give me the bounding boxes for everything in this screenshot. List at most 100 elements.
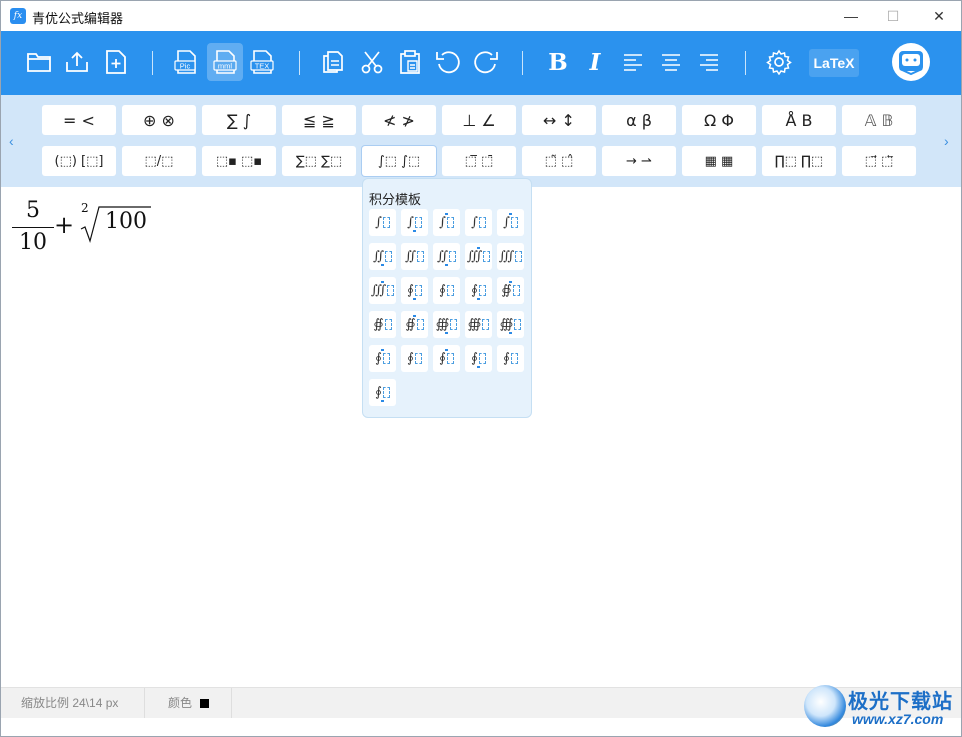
align-left-button[interactable] <box>615 43 651 81</box>
palette-brackets[interactable]: (⬚) [⬚] <box>42 146 116 176</box>
palette-double-struck[interactable]: 𝔸 𝔹 <box>842 105 916 135</box>
integral-template-item[interactable]: ∰ <box>433 311 460 338</box>
palette-prev-arrow[interactable]: ‹ <box>9 133 14 149</box>
undo-button[interactable] <box>430 43 466 81</box>
upload-button[interactable] <box>59 43 95 81</box>
italic-icon: I <box>589 48 601 76</box>
integral-template-item[interactable]: ∯ <box>401 311 428 338</box>
integral-template-item[interactable]: ∭ <box>465 243 492 270</box>
palette-matrices[interactable]: ▦ ▦ <box>682 146 756 176</box>
minimize-button[interactable]: — <box>831 1 871 31</box>
integral-template-item[interactable]: ∮ <box>465 277 492 304</box>
maximize-button[interactable]: ☐ <box>873 1 913 31</box>
watermark-title: 极光下载站 <box>848 691 953 713</box>
placeholder-box-icon <box>385 251 393 262</box>
integral-symbol: ∬ <box>372 249 385 264</box>
latex-button[interactable]: LaTeX <box>809 49 859 77</box>
palette-fractions[interactable]: ⬚/⬚ <box>122 146 196 176</box>
integral-symbol: ∮ <box>375 385 382 400</box>
limit-marker-icon <box>413 315 416 317</box>
settings-button[interactable] <box>761 43 797 81</box>
integral-template-item[interactable]: ∫ <box>497 209 524 236</box>
palette-vector-templates[interactable]: ⬚⃗ ⬚⃖ <box>842 146 916 176</box>
user-avatar[interactable] <box>892 43 930 81</box>
placeholder-box-icon <box>482 319 490 330</box>
integral-template-item[interactable]: ∭ <box>369 277 396 304</box>
integral-template-item[interactable]: ∬ <box>401 243 428 270</box>
integral-symbol: ∮ <box>407 283 414 298</box>
integral-template-item[interactable]: ∭ <box>497 243 524 270</box>
new-file-button[interactable] <box>98 43 134 81</box>
palette-greek-lower[interactable]: α β <box>602 105 676 135</box>
palette-next-arrow[interactable]: › <box>944 133 949 149</box>
align-right-button[interactable] <box>691 43 727 81</box>
integral-template-item[interactable]: ∫ <box>369 209 396 236</box>
palette-integral-templates[interactable]: ∫⬚ ∫⬚ <box>362 146 436 176</box>
integral-template-item[interactable]: ∮ <box>369 345 396 372</box>
integral-template-item[interactable]: ∫ <box>465 209 492 236</box>
palette-product-templates[interactable]: ∏⬚ ∏⬚ <box>762 146 836 176</box>
integral-template-item[interactable]: ∮ <box>433 277 460 304</box>
watermark-url: www.xz7.com <box>852 711 944 727</box>
palette-latin-letters[interactable]: Å B <box>762 105 836 135</box>
palette-negated-relations[interactable]: ≮ ≯ <box>362 105 436 135</box>
integral-template-item[interactable]: ∯ <box>369 311 396 338</box>
export-mml-button[interactable]: mml <box>207 43 243 81</box>
integral-template-item[interactable]: ∮ <box>369 379 396 406</box>
palette-sum-templates[interactable]: ∑⬚ ∑⬚ <box>282 146 356 176</box>
radicand[interactable]: 100 <box>105 209 147 234</box>
palette-geometry[interactable]: ⊥ ∠ <box>442 105 516 135</box>
color-status[interactable]: 颜色 <box>168 688 210 718</box>
palette-arrows[interactable]: ↔ ↕ <box>522 105 596 135</box>
plus-sign[interactable]: + <box>54 211 74 239</box>
bold-button[interactable]: B <box>540 43 576 81</box>
svg-text:TEX: TEX <box>255 62 270 71</box>
integral-template-item[interactable]: ∯ <box>497 277 524 304</box>
integral-symbol: ∭ <box>466 249 483 264</box>
integral-template-item[interactable]: ∮ <box>433 345 460 372</box>
placeholder-box-icon <box>382 217 390 228</box>
align-center-icon <box>662 54 680 71</box>
integral-template-item[interactable]: ∫ <box>401 209 428 236</box>
limit-marker-icon <box>445 264 448 266</box>
palette-inequalities[interactable]: ≦ ≧ <box>282 105 356 135</box>
export-pic-button[interactable]: Pic <box>168 43 204 81</box>
color-swatch[interactable] <box>200 699 210 709</box>
copy-button[interactable] <box>315 43 351 81</box>
integral-template-item[interactable]: ∬ <box>433 243 460 270</box>
integral-template-item[interactable]: ∮ <box>465 345 492 372</box>
integral-symbol: ∬ <box>436 249 449 264</box>
align-center-button[interactable] <box>653 43 689 81</box>
paste-button[interactable] <box>392 43 428 81</box>
integral-symbol: ∫ <box>471 215 478 230</box>
palette-scripts[interactable]: ⬚▪ ⬚▪ <box>202 146 276 176</box>
integral-symbol: ∮ <box>407 351 414 366</box>
open-button[interactable] <box>21 43 57 81</box>
integral-template-item[interactable]: ∮ <box>401 345 428 372</box>
redo-button[interactable] <box>468 43 504 81</box>
numerator[interactable]: 5 <box>11 198 55 223</box>
integral-template-item[interactable]: ∰ <box>497 311 524 338</box>
denominator[interactable]: 10 <box>11 230 55 255</box>
palette-labeled-arrows[interactable]: → ⇀ <box>602 146 676 176</box>
close-button[interactable]: ✕ <box>919 1 959 31</box>
limit-marker-icon <box>413 230 416 232</box>
integral-template-item[interactable]: ∮ <box>497 345 524 372</box>
integral-template-item[interactable]: ∮ <box>401 277 428 304</box>
cut-button[interactable] <box>354 43 390 81</box>
italic-button[interactable]: I <box>577 43 613 81</box>
palette-greek-upper[interactable]: Ω Φ <box>682 105 756 135</box>
export-tex-button[interactable]: TEX <box>244 43 280 81</box>
limit-marker-icon <box>381 349 384 351</box>
limit-marker-icon <box>445 349 448 351</box>
palette-accents[interactable]: ⬚̃ ⬚̂ <box>522 146 596 176</box>
integral-template-item[interactable]: ∬ <box>369 243 396 270</box>
palette-operators[interactable]: ⊕ ⊗ <box>122 105 196 135</box>
integral-template-item[interactable]: ∫ <box>433 209 460 236</box>
toolbar-separator <box>522 51 523 75</box>
main-toolbar: Pic mml TEX B I LaTeX <box>1 31 961 95</box>
palette-relations[interactable]: = < <box>42 105 116 135</box>
palette-overbars[interactable]: ⬚̅ ⬚̄ <box>442 146 516 176</box>
integral-template-item[interactable]: ∰ <box>465 311 492 338</box>
palette-sum-integral[interactable]: ∑ ∫ <box>202 105 276 135</box>
